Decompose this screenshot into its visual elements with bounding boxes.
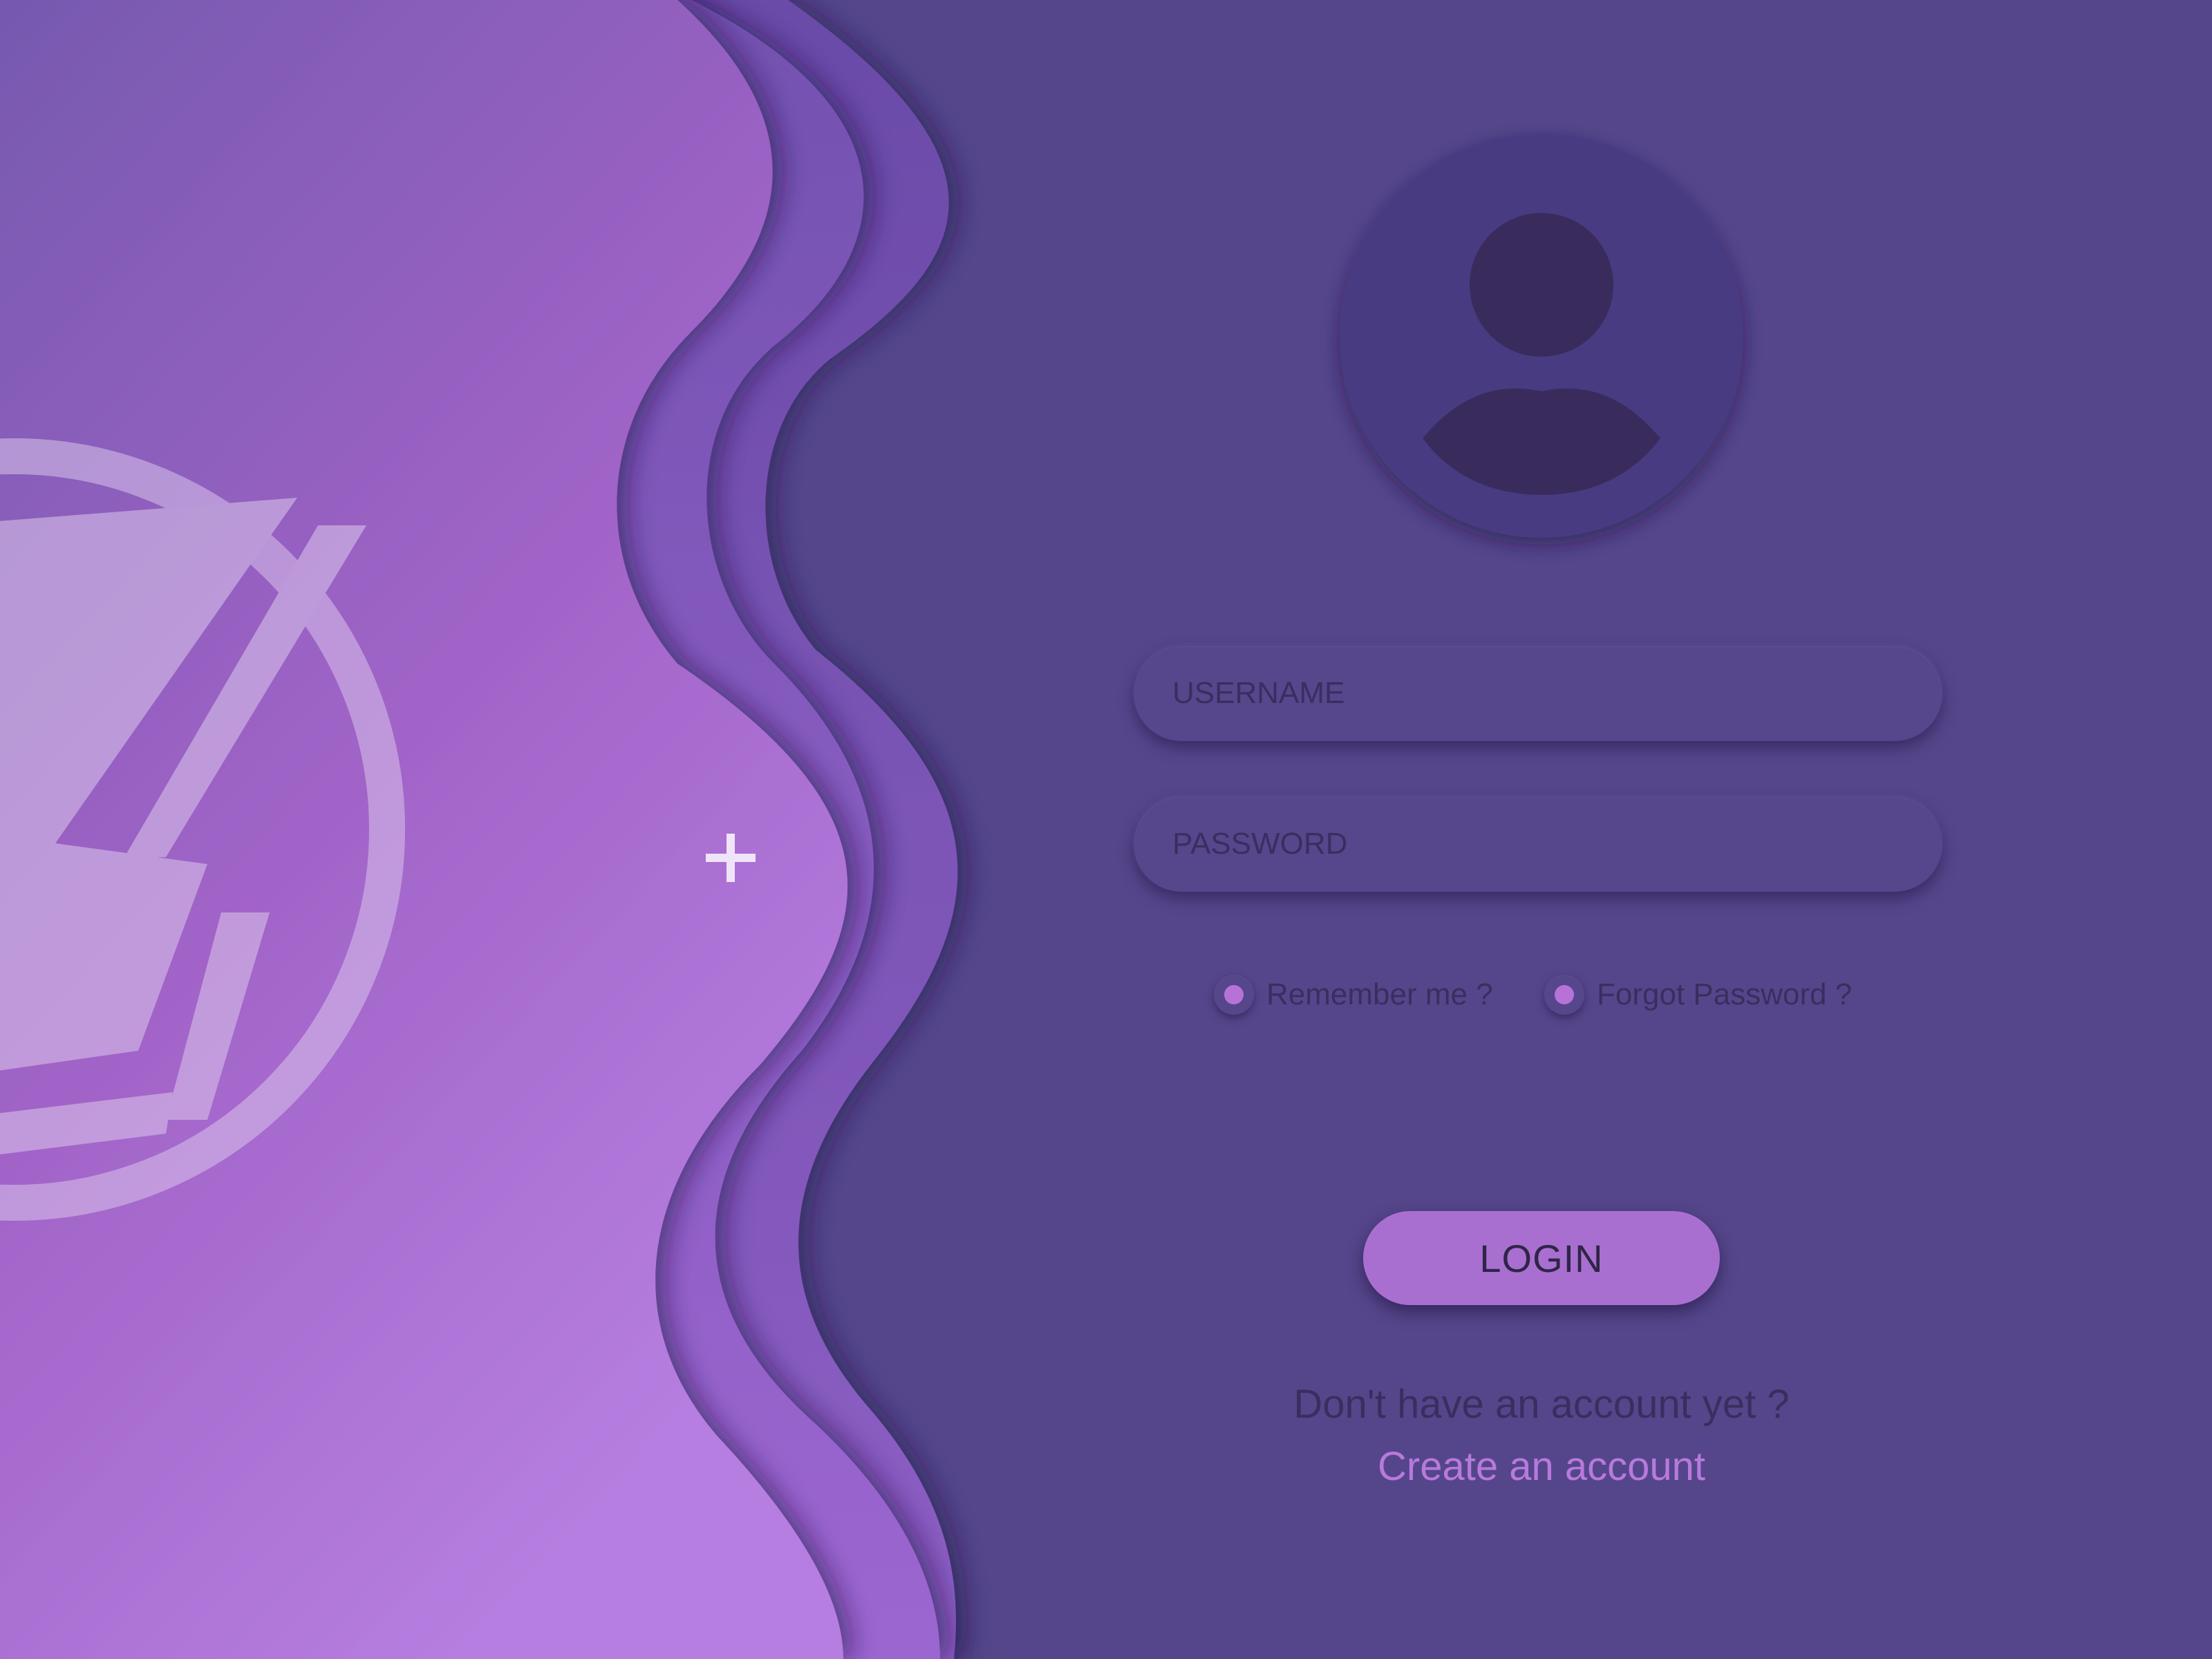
remember-me-label: Remember me ? bbox=[1266, 977, 1493, 1011]
login-button[interactable]: LOGIN bbox=[1363, 1211, 1720, 1305]
forgot-password-label: Forgot Password ? bbox=[1597, 977, 1853, 1011]
radio-dot-icon bbox=[1555, 985, 1574, 1004]
username-field[interactable] bbox=[1134, 646, 1942, 741]
remember-me-radio[interactable] bbox=[1214, 975, 1254, 1015]
create-account-link[interactable]: Create an account bbox=[1106, 1443, 1977, 1490]
password-input[interactable] bbox=[1134, 796, 1942, 892]
radio-dot-icon bbox=[1224, 985, 1244, 1004]
signup-prompt: Don't have an account yet ? bbox=[1293, 1382, 1790, 1427]
password-field[interactable] bbox=[1134, 796, 1942, 892]
user-silhouette-icon bbox=[1340, 134, 1743, 538]
remember-me-option[interactable]: Remember me ? bbox=[1214, 971, 1493, 1019]
login-screen: Remember me ? Forgot Password ? LOGIN Do… bbox=[0, 0, 2212, 1659]
forgot-password-option[interactable]: Forgot Password ? bbox=[1544, 971, 1852, 1019]
forgot-password-radio[interactable] bbox=[1544, 975, 1584, 1015]
username-input[interactable] bbox=[1134, 646, 1942, 741]
